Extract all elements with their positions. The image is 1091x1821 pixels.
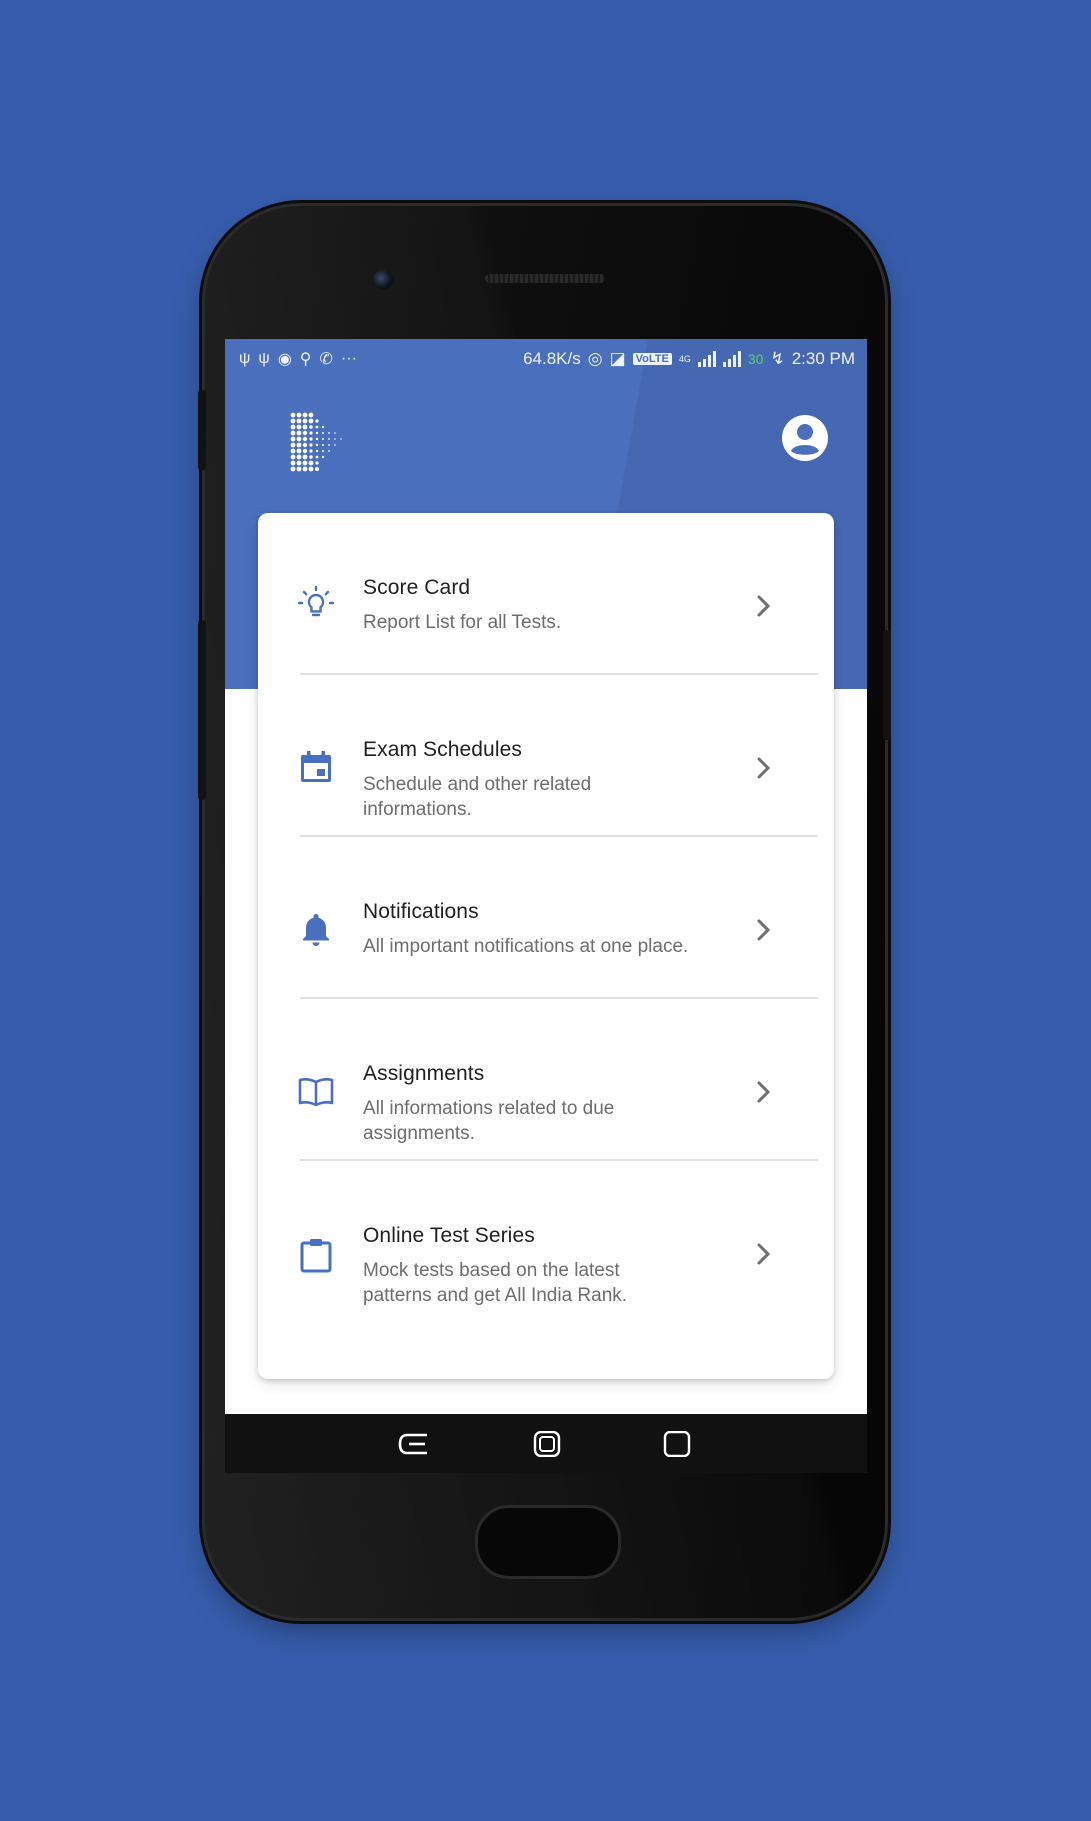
network-speed: 64.8K/s <box>523 349 581 368</box>
menu-item-assignments[interactable]: Assignments All informations related to … <box>258 999 834 1161</box>
headphones-icon: ◪ <box>609 349 626 368</box>
signal-icon <box>697 351 716 367</box>
whatsapp-icon: ✆ <box>319 351 333 368</box>
menu-item-online-test-series[interactable]: Online Test Series Mock tests based on t… <box>258 1161 834 1323</box>
app-screen: ψ ψ ◉ ⚲ ✆ ··· 64.8K/s ◎ ◪ VoLTE 4G 30 ↯ … <box>225 339 867 1473</box>
home-icon[interactable] <box>531 1430 563 1458</box>
earpiece-speaker <box>485 274 605 283</box>
bell-icon <box>298 911 334 947</box>
network-type: 4G <box>678 354 691 364</box>
battery-level: 30 <box>747 351 764 367</box>
menu-item-notifications[interactable]: Notifications All important notification… <box>258 837 834 999</box>
menu-item-title: Score Card <box>363 576 471 599</box>
app-logo <box>289 411 349 475</box>
volte-badge: VoLTE <box>632 353 672 365</box>
phone-home-button[interactable] <box>475 1505 621 1579</box>
front-camera <box>373 270 393 290</box>
phone-side-button <box>198 620 206 800</box>
charging-icon: ↯ <box>770 349 785 368</box>
clipboard-icon <box>298 1237 334 1273</box>
signal-icon <box>722 351 741 367</box>
menu-item-description: Mock tests based on the latest patterns … <box>363 1260 628 1306</box>
menu-item-title: Notifications <box>363 900 479 923</box>
system-navigation-bar <box>225 1414 867 1473</box>
menu-item-title: Exam Schedules <box>363 738 522 761</box>
menu-item-title: Online Test Series <box>363 1224 535 1247</box>
trophy-icon: ⚲ <box>299 351 312 368</box>
back-icon[interactable] <box>397 1431 429 1457</box>
status-bar: ψ ψ ◉ ⚲ ✆ ··· 64.8K/s ◎ ◪ VoLTE 4G 30 ↯ … <box>225 339 867 379</box>
app-logo-icon <box>290 412 342 472</box>
menu-item-score-card[interactable]: Score Card Report List for all Tests. <box>258 513 834 675</box>
account-circle-icon[interactable] <box>782 415 828 461</box>
chevron-right-icon <box>752 753 776 783</box>
usb-icon: ψ <box>258 350 270 367</box>
status-system-icons: 64.8K/s ◎ ◪ VoLTE 4G 30 ↯ 2:30 PM <box>523 349 855 369</box>
menu-item-description: All important notifications at one place… <box>363 936 689 957</box>
status-notification-icons: ψ ψ ◉ ⚲ ✆ ··· <box>239 349 357 369</box>
more-icon: ··· <box>340 350 357 367</box>
chevron-right-icon <box>752 1239 776 1269</box>
book-icon <box>298 1073 334 1109</box>
chevron-right-icon <box>752 591 776 621</box>
lightbulb-icon <box>298 585 334 621</box>
menu-card: Score Card Report List for all Tests. Ex… <box>258 513 834 1379</box>
phone-side-button <box>198 390 206 470</box>
hotspot-icon: ◎ <box>587 349 603 368</box>
usb-icon: ψ <box>239 350 251 367</box>
calendar-icon <box>298 749 334 785</box>
menu-item-description: Report List for all Tests. <box>363 612 562 633</box>
shield-icon: ◉ <box>277 351 292 368</box>
menu-item-title: Assignments <box>363 1062 485 1085</box>
chevron-right-icon <box>752 915 776 945</box>
chevron-right-icon <box>752 1077 776 1107</box>
menu-item-description: Schedule and other related informations. <box>363 774 592 820</box>
clock: 2:30 PM <box>791 349 855 368</box>
menu-item-description: All informations related to due assignme… <box>363 1098 615 1144</box>
menu-item-exam-schedules[interactable]: Exam Schedules Schedule and other relate… <box>258 675 834 837</box>
phone-side-button <box>883 630 891 740</box>
recents-icon[interactable] <box>661 1430 693 1458</box>
